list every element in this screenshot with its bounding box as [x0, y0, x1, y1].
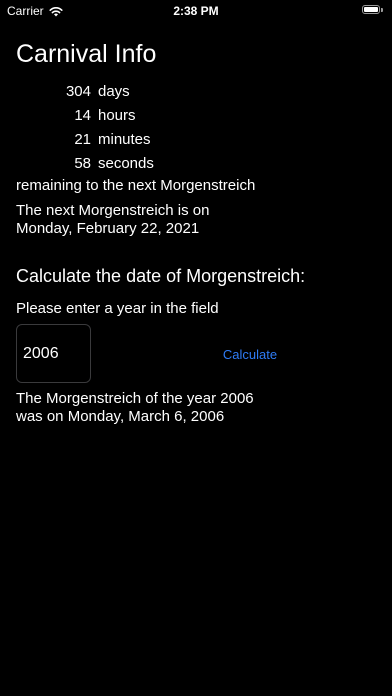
hours-label: hours — [98, 107, 136, 124]
minutes-label: minutes — [98, 131, 151, 148]
status-bar: Carrier 2:38 PM — [0, 0, 392, 22]
seconds-label: seconds — [98, 155, 154, 172]
year-input[interactable] — [16, 324, 91, 383]
countdown-minutes: 21 minutes — [16, 128, 266, 152]
remaining-text: remaining to the next Morgenstreich — [16, 177, 256, 194]
year-prompt: Please enter a year in the field — [16, 300, 219, 317]
countdown-hours: 14 hours — [16, 104, 266, 128]
calculator-title: Calculate the date of Morgenstreich: — [16, 266, 306, 286]
status-time: 2:38 PM — [173, 4, 219, 18]
countdown-days: 304 days — [16, 80, 266, 104]
seconds-value: 58 — [74, 155, 91, 172]
countdown: 304 days 14 hours 21 minutes 58 seconds — [16, 80, 266, 176]
result-line1: The Morgenstreich of the year 2006 — [16, 390, 254, 407]
calculate-button[interactable]: Calculate — [205, 343, 295, 365]
next-date-line2: Monday, February 22, 2021 — [16, 220, 200, 237]
result-line2: was on Monday, March 6, 2006 — [16, 408, 225, 425]
days-value: 304 — [65, 83, 91, 100]
battery-icon — [362, 5, 384, 15]
countdown-seconds: 58 seconds — [16, 152, 266, 176]
hours-value: 14 — [74, 107, 91, 124]
page-title: Carnival Info — [16, 40, 157, 68]
days-label: days — [98, 83, 130, 100]
next-date-line1: The next Morgenstreich is on — [16, 202, 210, 219]
minutes-value: 21 — [74, 131, 91, 148]
